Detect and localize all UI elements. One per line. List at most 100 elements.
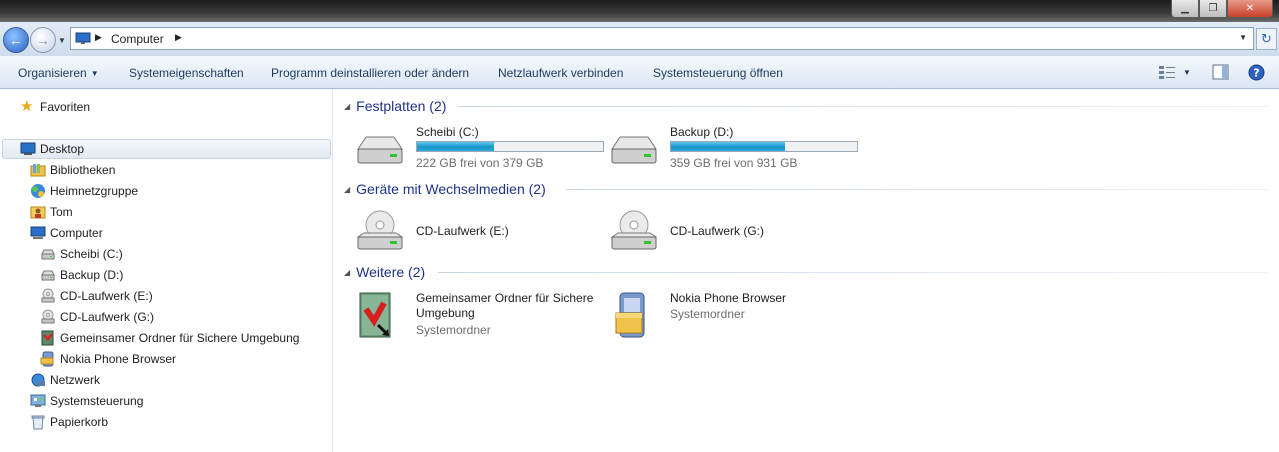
window-titlebar: ▁ ❐ ✕ bbox=[0, 0, 1279, 22]
drive-usage-bar bbox=[670, 141, 858, 152]
nav-label: Computer bbox=[50, 226, 103, 240]
nav-libraries[interactable]: Bibliotheken bbox=[30, 160, 115, 180]
view-options-dropdown-icon[interactable]: ▼ bbox=[1183, 68, 1191, 77]
nav-label: Favoriten bbox=[40, 100, 91, 114]
nav-user[interactable]: Tom bbox=[30, 202, 73, 222]
nav-control-panel[interactable]: Systemsteuerung bbox=[30, 391, 143, 411]
folder-tile-shared[interactable]: Gemeinsamer Ordner für Sichere Umgebung … bbox=[344, 291, 594, 351]
change-view-icon[interactable] bbox=[1158, 64, 1176, 80]
cd-drive-icon bbox=[356, 210, 404, 250]
organize-button[interactable]: Organisieren ▼ bbox=[18, 66, 99, 80]
refresh-button[interactable]: ↻ bbox=[1256, 28, 1277, 50]
nav-label: Scheibi (C:) bbox=[60, 247, 123, 261]
nav-drive-c[interactable]: Scheibi (C:) bbox=[40, 244, 123, 264]
drive-tile-d[interactable]: Backup (D:) 359 GB frei von 931 GB bbox=[598, 125, 858, 179]
computer-icon bbox=[75, 32, 91, 44]
nav-label: Nokia Phone Browser bbox=[60, 352, 177, 366]
star-icon: ★ bbox=[20, 98, 34, 115]
nav-drive-g[interactable]: CD-Laufwerk (G:) bbox=[40, 307, 154, 327]
breadcrumb-arrow-icon[interactable]: ▶ bbox=[175, 32, 182, 43]
command-bar: Organisieren ▼ Systemeigenschaften Progra… bbox=[0, 56, 1279, 89]
nav-label: Gemeinsamer Ordner für Sichere Umgebung bbox=[60, 331, 300, 345]
back-button[interactable]: ← bbox=[3, 27, 29, 53]
uninstall-program-button[interactable]: Programm deinstallieren oder ändern bbox=[271, 66, 469, 80]
chevron-down-icon: ▼ bbox=[90, 69, 99, 78]
group-header-other[interactable]: ◢ Weitere (2) bbox=[344, 262, 425, 282]
collapse-triangle-icon[interactable]: ◢ bbox=[344, 185, 350, 194]
homegroup-icon bbox=[31, 184, 45, 198]
drive-usage-fill bbox=[671, 142, 786, 151]
nav-label: CD-Laufwerk (E:) bbox=[60, 289, 153, 303]
nav-desktop[interactable]: Desktop bbox=[2, 139, 331, 159]
maximize-button[interactable]: ❐ bbox=[1199, 0, 1227, 18]
minimize-button[interactable]: ▁ bbox=[1171, 0, 1199, 18]
nav-label: Tom bbox=[50, 205, 73, 219]
drive-tile-c[interactable]: Scheibi (C:) 222 GB frei von 379 GB bbox=[344, 125, 604, 179]
group-title: Festplatten (2) bbox=[356, 98, 447, 114]
drive-usage-bar bbox=[416, 141, 604, 152]
svg-text:?: ? bbox=[1253, 67, 1259, 80]
drive-name: Backup (D:) bbox=[670, 125, 734, 139]
drive-usage-fill bbox=[417, 142, 494, 151]
group-divider bbox=[458, 106, 1268, 107]
nav-network[interactable]: Netzwerk bbox=[30, 370, 100, 390]
nav-computer[interactable]: Computer bbox=[30, 223, 103, 243]
kaspersky-folder-icon bbox=[359, 292, 391, 338]
nav-nokia[interactable]: Nokia Phone Browser bbox=[40, 349, 176, 369]
nav-drive-e[interactable]: CD-Laufwerk (E:) bbox=[40, 286, 153, 306]
navigation-pane: ★ Favoriten Desktop Bibliotheken Heimnet… bbox=[0, 89, 333, 452]
drive-name: CD-Laufwerk (E:) bbox=[416, 224, 509, 238]
nav-shared-folder[interactable]: Gemeinsamer Ordner für Sichere Umgebung bbox=[40, 328, 299, 348]
drive-free-space: 359 GB frei von 931 GB bbox=[670, 156, 798, 170]
content-pane: ◢ Festplatten (2) Scheibi (C:) 222 GB fr… bbox=[334, 89, 1279, 452]
nav-label: Systemsteuerung bbox=[50, 394, 144, 408]
address-bar[interactable]: ▶ Computer ▶ ▼ bbox=[70, 27, 1254, 50]
desktop-icon bbox=[20, 142, 36, 155]
system-properties-button[interactable]: Systemeigenschaften bbox=[129, 66, 244, 80]
drive-tile-e[interactable]: CD-Laufwerk (E:) bbox=[344, 207, 594, 261]
recent-pages-dropdown[interactable]: ▼ bbox=[58, 36, 66, 45]
cd-drive-icon bbox=[41, 309, 55, 324]
folder-type: Systemordner bbox=[670, 307, 745, 321]
address-row: ← → ▼ ▶ Computer ▶ ▼ ↻ bbox=[0, 22, 1279, 56]
drive-name: Scheibi (C:) bbox=[416, 125, 479, 139]
nokia-browser-icon bbox=[615, 292, 645, 338]
window-controls: ▁ ❐ ✕ bbox=[1171, 0, 1273, 18]
close-button[interactable]: ✕ bbox=[1227, 0, 1273, 18]
help-icon[interactable]: ? bbox=[1248, 64, 1265, 81]
nav-label: Backup (D:) bbox=[60, 268, 124, 282]
breadcrumb-computer[interactable]: Computer bbox=[111, 32, 164, 46]
forward-button[interactable]: → bbox=[30, 27, 56, 53]
cd-drive-icon bbox=[41, 288, 55, 303]
nav-label: Heimnetzgruppe bbox=[50, 184, 139, 198]
folder-name: Nokia Phone Browser bbox=[670, 291, 787, 305]
group-divider bbox=[566, 189, 1268, 190]
collapse-triangle-icon[interactable]: ◢ bbox=[344, 102, 350, 111]
nokia-browser-icon bbox=[40, 351, 54, 367]
open-control-panel-button[interactable]: Systemsteuerung öffnen bbox=[653, 66, 783, 80]
group-title: Weitere (2) bbox=[356, 264, 426, 280]
map-network-drive-button[interactable]: Netzlaufwerk verbinden bbox=[498, 66, 623, 80]
group-header-removable[interactable]: ◢ Geräte mit Wechselmedien (2) bbox=[344, 179, 546, 199]
user-folder-icon bbox=[30, 206, 46, 219]
folder-name: Gemeinsamer Ordner für Sichere Umgebung bbox=[416, 291, 594, 320]
computer-icon bbox=[30, 226, 46, 239]
organize-label: Organisieren bbox=[18, 66, 87, 80]
breadcrumb-arrow-icon[interactable]: ▶ bbox=[95, 32, 102, 43]
drive-tile-g[interactable]: CD-Laufwerk (G:) bbox=[598, 207, 848, 261]
folder-tile-nokia[interactable]: Nokia Phone Browser Systemordner bbox=[598, 291, 848, 351]
recycle-bin-icon bbox=[31, 415, 45, 430]
nav-recycle-bin[interactable]: Papierkorb bbox=[30, 412, 108, 432]
collapse-triangle-icon[interactable]: ◢ bbox=[344, 268, 350, 277]
network-icon bbox=[31, 373, 45, 387]
group-title: Geräte mit Wechselmedien (2) bbox=[356, 181, 546, 197]
hard-drive-icon bbox=[357, 136, 403, 164]
nav-homegroup[interactable]: Heimnetzgruppe bbox=[30, 181, 138, 201]
address-dropdown-icon[interactable]: ▼ bbox=[1239, 33, 1247, 42]
group-header-hard-disks[interactable]: ◢ Festplatten (2) bbox=[344, 96, 446, 116]
nav-favorites[interactable]: ★ Favoriten bbox=[20, 97, 90, 117]
preview-pane-icon[interactable] bbox=[1212, 64, 1229, 80]
nav-drive-d[interactable]: Backup (D:) bbox=[40, 265, 123, 285]
arrow-left-icon: ← bbox=[9, 32, 23, 48]
hard-drive-icon bbox=[611, 136, 657, 164]
